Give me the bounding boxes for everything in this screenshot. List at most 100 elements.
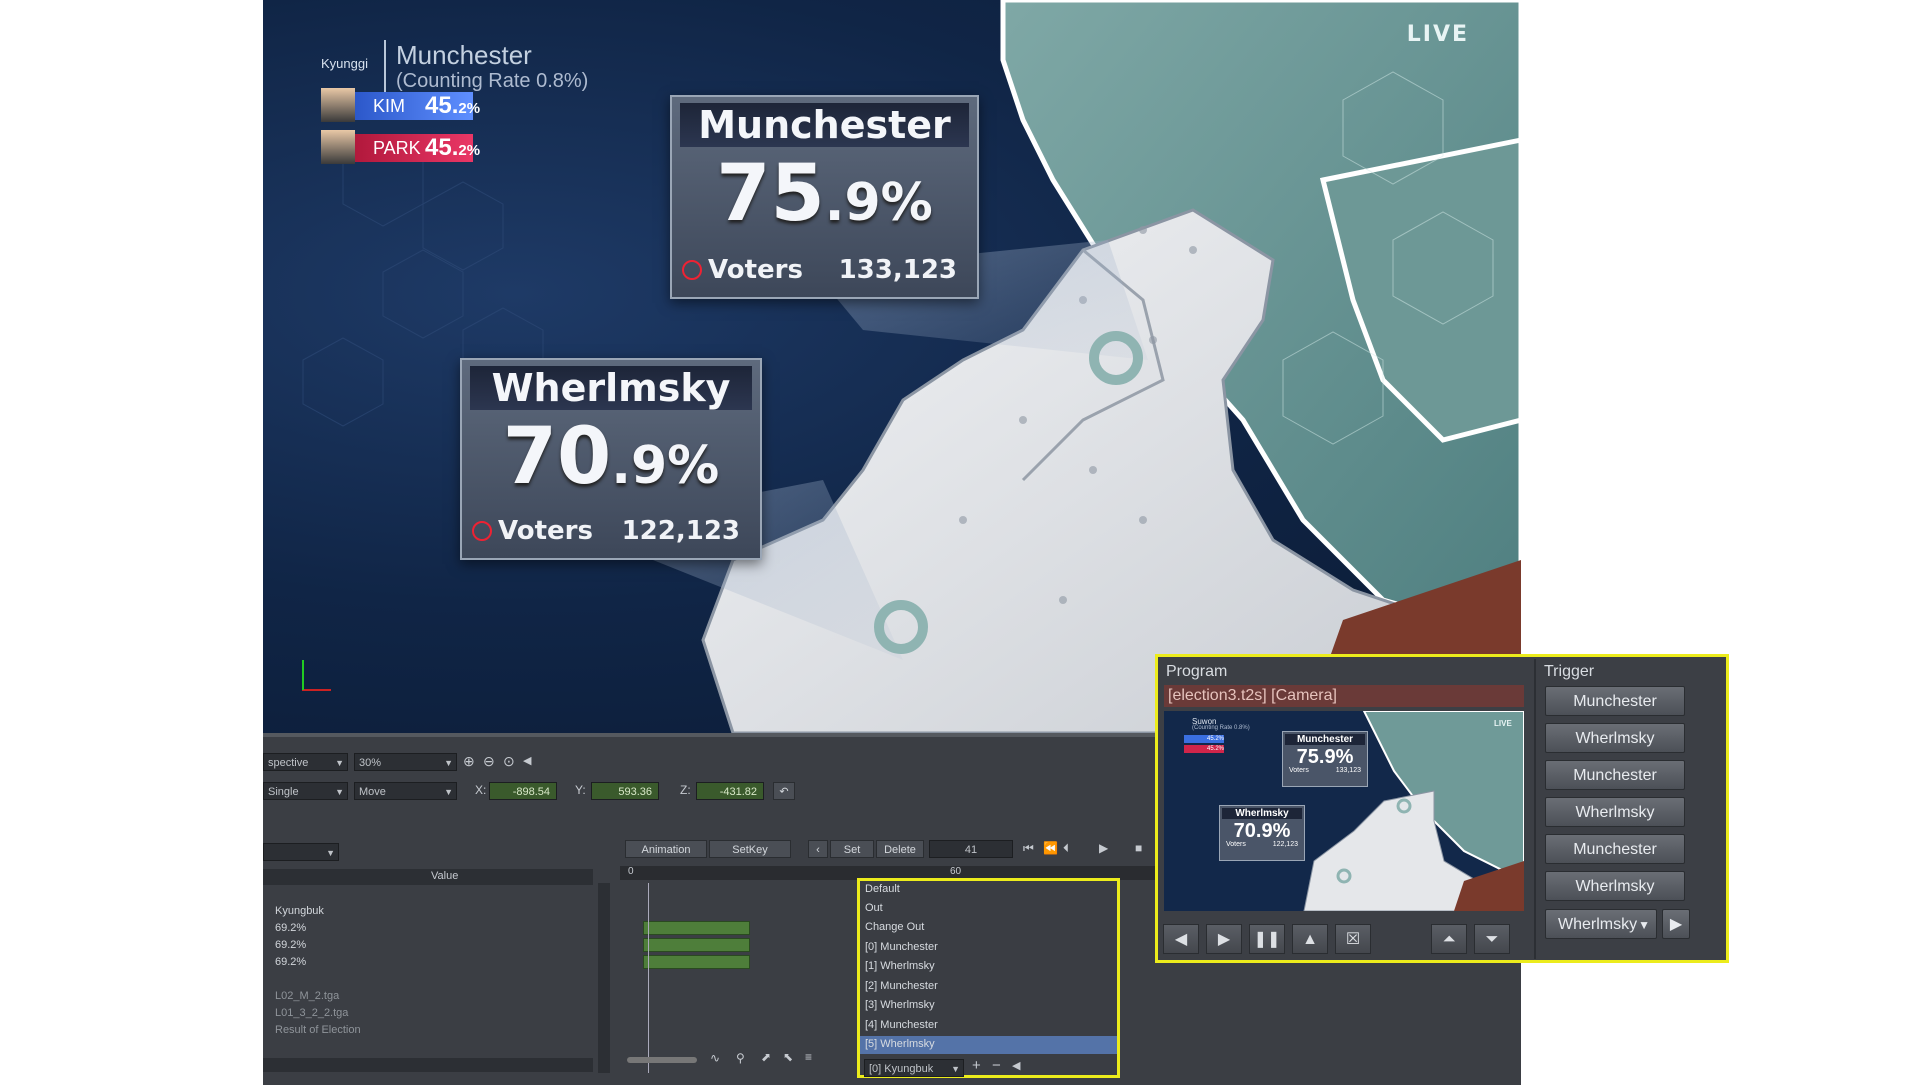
program-title: Program (1166, 663, 1228, 680)
take-out-icon[interactable]: ▲ (1292, 924, 1328, 954)
collapse-icon[interactable]: ◀ (1012, 1059, 1020, 1072)
asset-row[interactable]: L01_3_2_2.tga (275, 1007, 348, 1019)
trigger-button-wherlmsky[interactable]: Wherlmsky (1545, 723, 1685, 753)
z-field[interactable]: -431.82 (696, 782, 764, 800)
prev-key-icon[interactable]: ‹ (808, 840, 828, 858)
value-row[interactable]: Kyungbuk (275, 905, 324, 917)
render-viewport[interactable]: LIVE Kyunggi Munchester (Counting Rate 0… (263, 0, 1521, 733)
event-item[interactable]: Out (865, 902, 883, 914)
preview-candidate-bar: 45.2% (1184, 745, 1224, 753)
trigger-button-munchester[interactable]: Munchester (1545, 834, 1685, 864)
delete-button[interactable]: Delete (876, 840, 924, 858)
zoom-fit-icon[interactable]: ⊙ (503, 753, 515, 770)
playhead[interactable] (648, 883, 649, 1073)
add-icon[interactable]: + (972, 1057, 981, 1074)
preview-voters: Voters 122,123 (1226, 841, 1298, 848)
result-title: Wherlmsky (470, 366, 752, 410)
transform-mode-select[interactable]: Move ▼ (354, 782, 457, 800)
program-preview[interactable]: LIVE Suwon (Counting Rate 0.8%) 45.2% 45… (1164, 711, 1524, 911)
keyframe-track[interactable] (643, 938, 750, 952)
preview-result-percent: 75.9% (1296, 746, 1354, 768)
value-row[interactable]: 69.2% (275, 956, 306, 968)
preview-result-box: Munchester 75.9% Voters 133,123 (1282, 731, 1368, 787)
animation-button[interactable]: Animation (625, 840, 707, 858)
setkey-button[interactable]: SetKey (709, 840, 791, 858)
asset-row[interactable]: L02_M_2.tga (275, 990, 339, 1002)
multi-select-icon[interactable]: ⬉ (783, 1050, 793, 1064)
trigger-fire-icon[interactable]: ▶ (1662, 909, 1690, 939)
result-percent: 70.9% (502, 412, 720, 502)
scrollbar[interactable] (598, 883, 610, 1073)
keyframe-track[interactable] (643, 955, 750, 969)
collapse-left-icon[interactable]: ◀ (523, 754, 531, 767)
voters-count: 133,123 (838, 255, 957, 285)
region-label: Kyunggi (321, 56, 368, 71)
trigger-button-munchester[interactable]: Munchester (1545, 760, 1685, 790)
stop-icon[interactable]: ■ (1135, 841, 1142, 855)
clear-icon[interactable]: ☒ (1335, 924, 1371, 954)
undo-icon[interactable]: ↶ (773, 782, 795, 800)
step-back-icon[interactable]: ⏴ (1063, 841, 1069, 856)
preview-result-title: Munchester (1285, 734, 1365, 745)
event-list-popup: Default Out Change Out [0] Munchester [1… (857, 878, 1120, 1078)
voters-line: Voters 133,123 (682, 255, 967, 285)
next-icon[interactable]: ▶ (1206, 924, 1242, 954)
rewind-icon[interactable]: ⏪ (1043, 841, 1058, 855)
ruler-mark: 60 (950, 866, 962, 877)
event-group-select[interactable]: [0] Kyungbuk ▼ (864, 1059, 964, 1077)
event-item[interactable]: [4] Munchester (865, 1019, 938, 1031)
prev-icon[interactable]: ◀ (1163, 924, 1199, 954)
voters-icon (472, 521, 492, 541)
event-item[interactable]: [0] Munchester (865, 941, 938, 953)
select-tool-icon[interactable]: ⬈ (761, 1050, 771, 1064)
candidate-percent: 45.2% (425, 92, 481, 119)
preview-rate: (Counting Rate 0.8%) (1192, 725, 1250, 731)
event-item-selected[interactable]: [5] Wherlmsky (860, 1036, 1117, 1054)
property-filter-select[interactable]: ▼ (263, 843, 339, 861)
event-item-label: [5] Wherlmsky (865, 1038, 935, 1050)
zoom-in-icon[interactable]: ⊕ (463, 753, 475, 770)
event-item[interactable]: [2] Munchester (865, 980, 938, 992)
zoom-select[interactable]: 30% ▼ (354, 753, 457, 771)
result-title: Munchester (680, 103, 969, 147)
x-field[interactable]: -898.54 (489, 782, 557, 800)
city-name: Munchester (396, 40, 532, 70)
keyframe-track[interactable] (643, 921, 750, 935)
event-item[interactable]: [3] Wherlmsky (865, 999, 935, 1011)
curve-icon[interactable]: ∿ (710, 1051, 720, 1065)
select-mode-select[interactable]: Single ▼ (263, 782, 348, 800)
trigger-select[interactable]: Wherlmsky ▼ (1545, 909, 1657, 939)
program-scene-label: [election3.t2s] [Camera] (1164, 685, 1524, 707)
panel-divider (1534, 659, 1536, 959)
zoom-out-icon[interactable]: ⊖ (483, 753, 495, 770)
y-label: Y: (575, 783, 586, 797)
move-down-icon[interactable]: ⏷ (1474, 924, 1510, 954)
pause-icon[interactable]: ❚❚ (1249, 924, 1285, 954)
trigger-button-munchester[interactable]: Munchester (1545, 686, 1685, 716)
remove-icon[interactable]: − (992, 1057, 1001, 1074)
timeline-zoom-slider[interactable] (627, 1057, 697, 1063)
horizontal-scrollbar[interactable] (263, 1058, 593, 1072)
trigger-button-wherlmsky[interactable]: Wherlmsky (1545, 797, 1685, 827)
y-field[interactable]: 593.36 (591, 782, 659, 800)
move-up-icon[interactable]: ⏶ (1431, 924, 1467, 954)
view-mode-select[interactable]: spective ▼ (263, 753, 348, 771)
search-icon[interactable]: ⚲ (736, 1051, 745, 1065)
list-icon[interactable]: ≡ (805, 1050, 812, 1064)
trigger-button-wherlmsky[interactable]: Wherlmsky (1545, 871, 1685, 901)
goto-start-icon[interactable]: ⏮ (1023, 841, 1034, 856)
event-item[interactable]: [1] Wherlmsky (865, 960, 935, 972)
voters-count: 122,123 (621, 516, 740, 546)
z-label: Z: (680, 783, 691, 797)
event-item[interactable]: Default (865, 883, 900, 895)
x-label: X: (475, 783, 487, 797)
frame-field[interactable]: 41 (929, 840, 1013, 858)
play-icon[interactable]: ▶ (1099, 841, 1108, 855)
set-button[interactable]: Set (830, 840, 874, 858)
value-row[interactable]: 69.2% (275, 939, 306, 951)
voters-icon (682, 260, 702, 280)
preview-candidate-bar: 45.2% (1184, 735, 1224, 743)
event-item[interactable]: Change Out (865, 921, 924, 933)
value-row[interactable]: 69.2% (275, 922, 306, 934)
asset-row[interactable]: Result of Election (275, 1024, 361, 1036)
